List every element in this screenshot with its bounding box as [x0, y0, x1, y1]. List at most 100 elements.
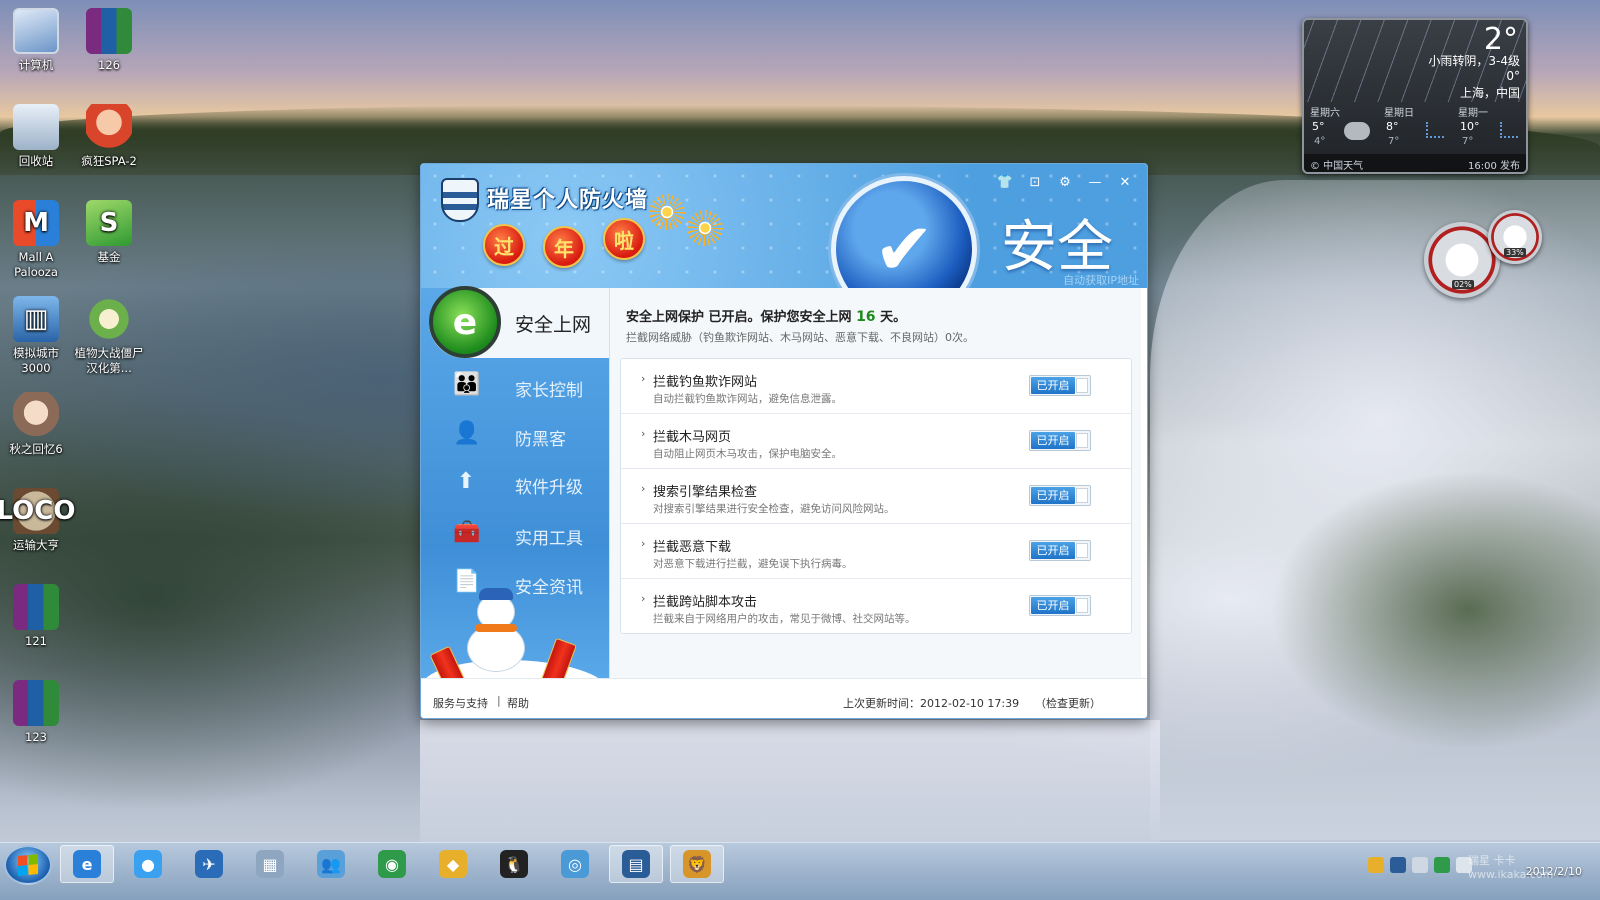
expand-arrow-icon[interactable]: ›: [641, 372, 645, 385]
list-item[interactable]: › 搜索引擎结果检查 对搜索引擎结果进行安全检查，避免访问风险网站。 已开启: [621, 469, 1131, 524]
item-title: 搜索引擎结果检查: [653, 485, 758, 500]
protection-toggle[interactable]: 已开启: [1029, 595, 1091, 616]
sidebar-item-upgrade[interactable]: ⬆ 软件升级: [421, 461, 609, 507]
recycle-bin-icon: [13, 104, 59, 150]
skin-button[interactable]: 👕: [995, 174, 1015, 192]
memory-meter-gadget[interactable]: 33%: [1488, 210, 1542, 264]
weather-forecast: 星期六 5° 4° 星期日 8° 7° 星期一 10° 7°: [1304, 104, 1526, 156]
wallpaper-mist: [420, 720, 1160, 845]
taskbar-app-button[interactable]: ●: [121, 845, 175, 883]
desktop-icon-computer[interactable]: 计算机: [0, 8, 72, 73]
weather-location: 上海，中国: [1459, 86, 1520, 100]
sidebar-item-safe-browsing[interactable]: e 安全上网: [429, 286, 609, 358]
media-player-icon: ◎: [561, 850, 589, 878]
sidebar-item-label: 实用工具: [515, 529, 583, 549]
settings-button[interactable]: ⚙: [1055, 174, 1075, 192]
toggle-knob: [1076, 598, 1088, 613]
firewall-logo-icon: [441, 178, 479, 222]
toggle-label: 已开启: [1031, 542, 1075, 559]
taskbar-app-button[interactable]: 👥: [304, 845, 358, 883]
desktop-icon-simcity[interactable]: ▥ 模拟城市 3000: [0, 296, 72, 376]
desktop-icon-mall[interactable]: M Mall A Palooza: [0, 200, 72, 280]
desktop-icon-recycle-bin[interactable]: 回收站: [0, 104, 72, 169]
expand-arrow-icon[interactable]: ›: [641, 427, 645, 440]
expand-arrow-icon[interactable]: ›: [641, 537, 645, 550]
desktop-icon-label: 模拟城市 3000: [13, 346, 59, 375]
desktop-icon-transport[interactable]: LOCO 运输大亨: [0, 488, 75, 553]
expand-arrow-icon[interactable]: ›: [641, 592, 645, 605]
desktop-icon-label: Mall A Palooza: [14, 250, 58, 279]
taskbar-app-button[interactable]: ✈: [182, 845, 236, 883]
desktop-icon-plants[interactable]: 植物大战僵尸 汉化第...: [73, 296, 145, 376]
forecast-low: 4°: [1314, 136, 1326, 147]
toggle-knob: [1076, 433, 1088, 448]
news-document-icon: 📄: [453, 569, 481, 594]
taskbar-app-button[interactable]: e: [60, 845, 114, 883]
network-tray-icon[interactable]: [1412, 857, 1428, 873]
forecast-low: 7°: [1388, 136, 1400, 147]
taskbar-app-button[interactable]: ◎: [548, 845, 602, 883]
mini-mode-button[interactable]: ⊡: [1025, 174, 1045, 192]
winrar-archive-icon: [13, 680, 59, 726]
snowman-icon: [461, 588, 531, 674]
desktop-icon-label: 基金: [97, 250, 121, 264]
desktop-icon-label: 疯狂SPA-2: [81, 154, 137, 168]
item-title: 拦截跨站脚本攻击: [653, 595, 758, 610]
shield-app-icon: ◆: [439, 850, 467, 878]
item-title: 拦截恶意下载: [653, 540, 732, 555]
taskbar-app-button[interactable]: ◆: [426, 845, 480, 883]
bird-app-icon: ✈: [195, 850, 223, 878]
protection-toggle[interactable]: 已开启: [1029, 540, 1091, 561]
forecast-low: 7°: [1462, 136, 1474, 147]
sidebar-item-parental-control[interactable]: 👪 家长控制: [421, 364, 609, 410]
desktop-icon-memories[interactable]: 秋之回忆6: [0, 392, 72, 457]
firewall-window: 瑞星个人防火墙 过 年 啦 ✔ 安全 自动获取IP地址 👕 ⊡ ⚙ — ✕ e …: [420, 163, 1148, 719]
qq-browser-icon: ●: [134, 850, 162, 878]
toolbox-icon: 🧰: [453, 520, 481, 545]
protection-status-text: 安全上网保护 已开启。保护您安全上网: [626, 310, 857, 325]
toggle-knob: [1076, 543, 1088, 558]
desktop-icon-spa[interactable]: 疯狂SPA-2: [73, 104, 145, 169]
sidebar-item-tools[interactable]: 🧰 实用工具: [421, 512, 609, 558]
protection-toggle[interactable]: 已开启: [1029, 430, 1091, 451]
internet-explorer-icon: e: [73, 850, 101, 878]
taskbar-app-button[interactable]: 🐧: [487, 845, 541, 883]
sidebar-item-anti-hacker[interactable]: 👤 防黑客: [421, 413, 609, 459]
list-item[interactable]: › 拦截木马网页 自动阻止网页木马攻击，保护电脑安全。 已开启: [621, 414, 1131, 469]
taskbar-app-button[interactable]: 🦁: [670, 845, 724, 883]
footer-separator: |: [497, 694, 501, 707]
desktop-icon-fund[interactable]: S 基金: [73, 200, 145, 265]
close-button[interactable]: ✕: [1115, 174, 1135, 192]
protection-toggle[interactable]: 已开启: [1029, 485, 1091, 506]
app-title: 瑞星个人防火墙: [487, 188, 649, 213]
protection-toggle[interactable]: 已开启: [1029, 375, 1091, 396]
memory-usage: 33%: [1504, 248, 1526, 257]
support-link[interactable]: 服务与支持: [433, 695, 488, 711]
weather-footer: © 中国天气 16:00 发布: [1304, 154, 1526, 172]
weather-source[interactable]: © 中国天气: [1310, 157, 1363, 172]
taskbar-app-button[interactable]: ▤: [609, 845, 663, 883]
start-button[interactable]: [4, 845, 52, 885]
desktop-icon-123[interactable]: 123: [0, 680, 72, 745]
update-tray-icon[interactable]: [1434, 857, 1450, 873]
taskbar-app-button[interactable]: ◉: [365, 845, 419, 883]
qq-tray-icon[interactable]: [1368, 857, 1384, 873]
desktop-icon-126[interactable]: 126: [73, 8, 145, 73]
list-item[interactable]: › 拦截钓鱼欺诈网站 自动拦截钓鱼欺诈网站，避免信息泄露。 已开启: [621, 359, 1131, 414]
rain-icon: [1500, 122, 1518, 138]
desktop-icon-121[interactable]: 121: [0, 584, 72, 649]
game-character-icon: [86, 104, 132, 150]
minimize-button[interactable]: —: [1085, 174, 1105, 192]
list-item[interactable]: › 拦截恶意下载 对恶意下载进行拦截，避免误下执行病毒。 已开启: [621, 524, 1131, 579]
expand-arrow-icon[interactable]: ›: [641, 482, 645, 495]
sidebar-item-label: 安全上网: [515, 314, 592, 336]
weather-gadget[interactable]: 2° 小雨转阴，3-4级 0° 上海，中国 星期六 5° 4° 星期日 8° 7…: [1302, 18, 1528, 174]
globe-download-icon: ◉: [378, 850, 406, 878]
check-update-link[interactable]: （检查更新）: [1035, 695, 1101, 711]
taskbar-app-button[interactable]: ▦: [243, 845, 297, 883]
item-title: 拦截钓鱼欺诈网站: [653, 375, 758, 390]
firewall-tray-icon[interactable]: [1390, 857, 1406, 873]
list-item[interactable]: › 拦截跨站脚本攻击 拦截来自于网络用户的攻击，常见于微博、社交网站等。 已开启: [621, 579, 1131, 634]
protection-status: 安全上网保护 已开启。保护您安全上网 16 天。: [626, 306, 906, 325]
help-link[interactable]: 帮助: [507, 695, 529, 711]
